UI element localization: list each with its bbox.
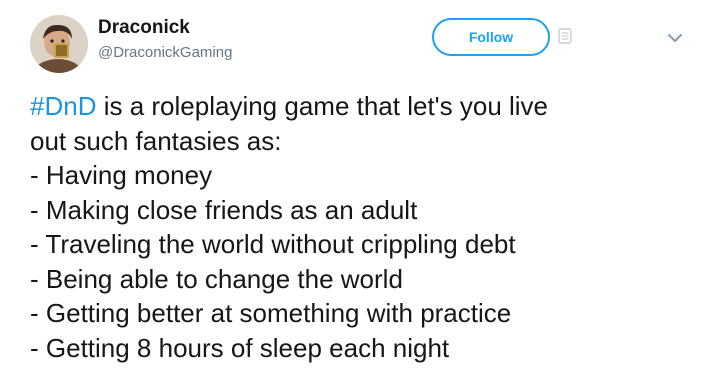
user-handle[interactable]: @DraconickGaming xyxy=(98,44,232,62)
tweet-card: Draconick @DraconickGaming Follow #DnD i… xyxy=(0,0,720,386)
follow-button[interactable]: Follow xyxy=(432,18,550,56)
tweet-intro-text: is a roleplaying game that let's you liv… xyxy=(96,91,549,121)
more-options-icon[interactable] xyxy=(558,28,572,44)
list-item: - Having money xyxy=(30,160,213,190)
list-item: - Making close friends as an adult xyxy=(30,194,418,225)
list-item: - Being able to change the world xyxy=(30,263,403,294)
list-item: - Getting 8 hours of sleep each night xyxy=(30,332,450,363)
list-item: - Traveling the world without crippling … xyxy=(30,229,516,259)
tweet-line-2: out such fantasies as: xyxy=(30,125,282,156)
tweet-line-1: #DnD is a roleplaying game that let's yo… xyxy=(30,89,706,124)
display-name[interactable]: Draconick xyxy=(98,17,190,39)
list-item: - Getting better at something with pract… xyxy=(30,298,512,328)
tweet-text: #DnD is a roleplaying game that let's yo… xyxy=(30,89,706,365)
avatar[interactable] xyxy=(30,15,88,73)
avatar-image xyxy=(30,15,88,73)
chevron-down-icon[interactable] xyxy=(664,27,686,49)
hashtag-link[interactable]: #DnD xyxy=(30,91,96,121)
